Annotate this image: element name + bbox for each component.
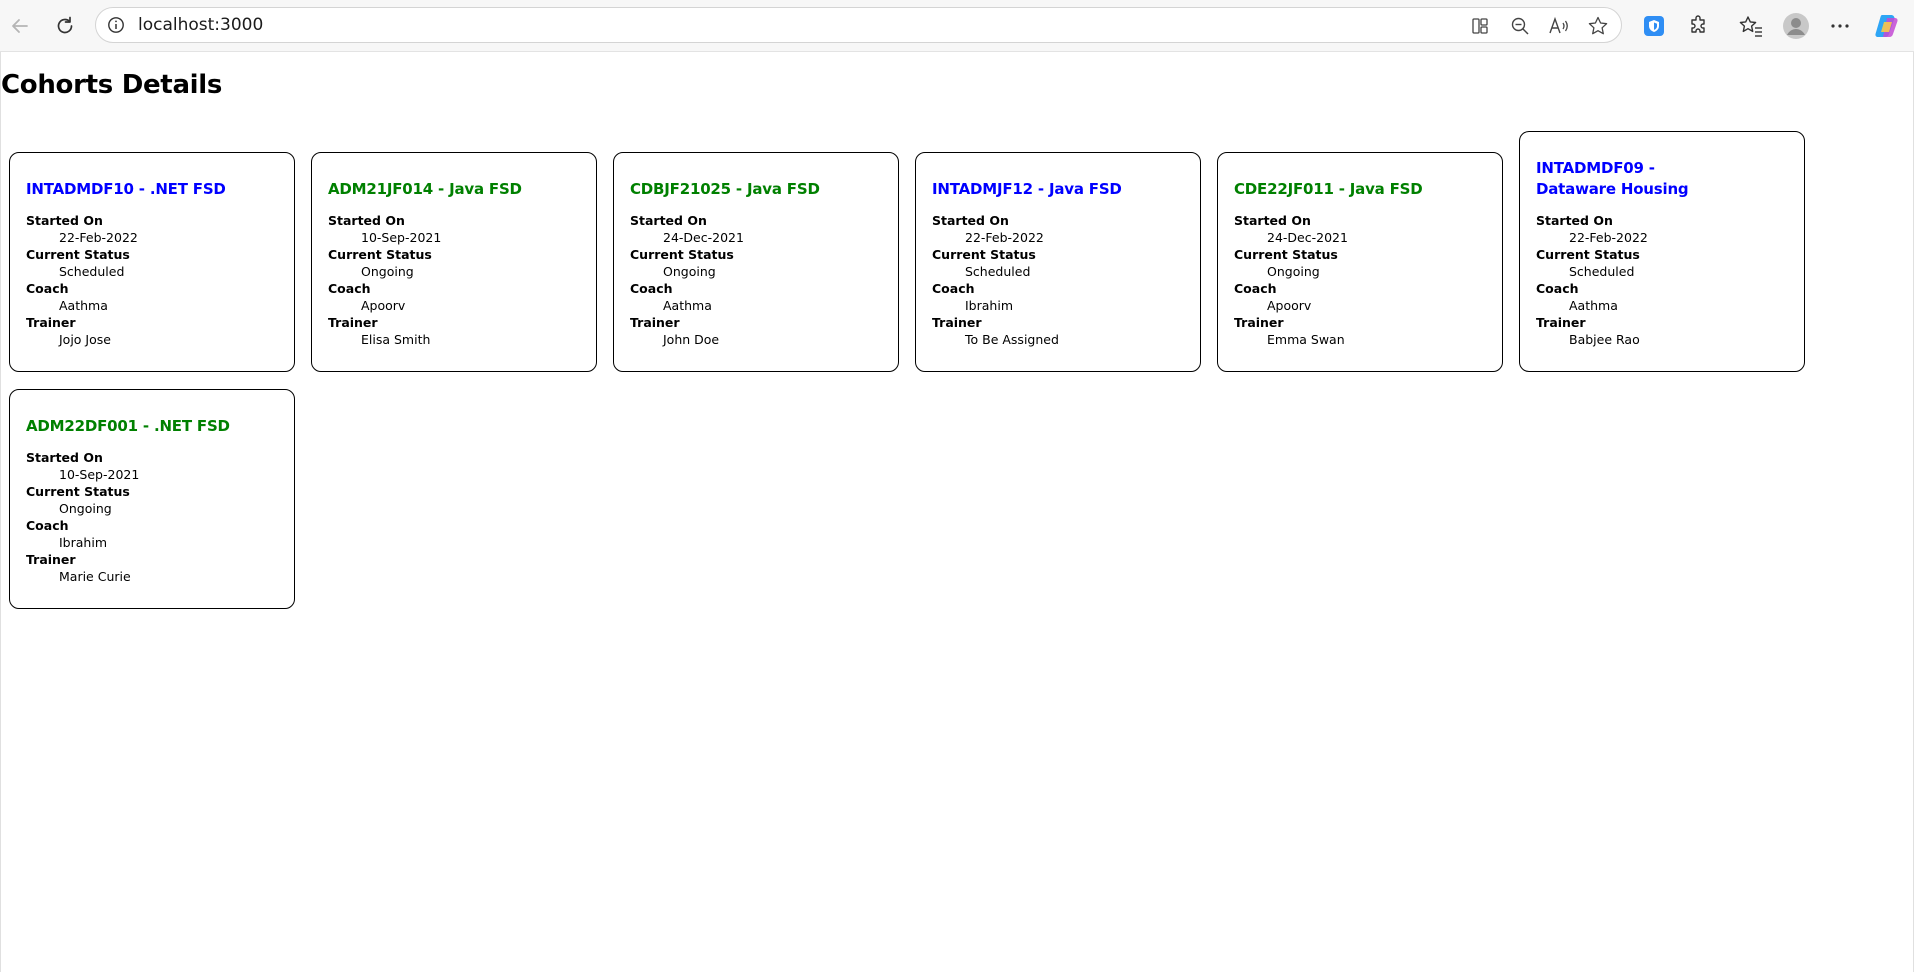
coach-label: Coach (1536, 281, 1579, 296)
cohort-details: Started On 22-Feb-2022 Current Status Sched… (1536, 212, 1788, 348)
coach-label: Coach (26, 281, 69, 296)
current-status-label: Current Status (1536, 247, 1640, 262)
cohort-title: ADM22DF001 - .NET FSD (26, 417, 230, 435)
tab-strip-edge (0, 0, 1914, 5)
coach-label: Coach (26, 518, 69, 533)
current-status-label: Current Status (1234, 247, 1338, 262)
started-on-label: Started On (26, 450, 103, 465)
started-on-label: Started On (328, 213, 405, 228)
cohort-title: ADM21JF014 - Java FSD (328, 180, 522, 198)
cohort-title: CDE22JF011 - Java FSD (1234, 180, 1423, 198)
browser-essentials-icon[interactable] (1640, 12, 1668, 40)
cohort-title: INTADMDF10 - .NET FSD (26, 180, 226, 198)
current-status-label: Current Status (26, 484, 130, 499)
cohort-details: Started On 24-Dec-2021 Current Status Ongoi… (1234, 212, 1486, 348)
started-on-label: Started On (630, 213, 707, 228)
trainer-label: Trainer (328, 315, 378, 330)
started-on-label: Started On (932, 213, 1009, 228)
current-status-label: Current Status (26, 247, 130, 262)
site-info-icon[interactable] (106, 15, 126, 35)
cohort-details: Started On 24-Dec-2021 Current Status Ongoi… (630, 212, 882, 348)
cohort-details: Started On 10-Sep-2021 Current Status Ongoi… (26, 449, 278, 585)
started-on-value: 10-Sep-2021 (59, 467, 140, 482)
coach-value: Ibrahim (965, 298, 1013, 313)
coach-label: Coach (1234, 281, 1277, 296)
current-status-label: Current Status (932, 247, 1036, 262)
started-on-value: 22-Feb-2022 (1569, 230, 1648, 245)
started-on-label: Started On (1234, 213, 1311, 228)
started-on-value: 24-Dec-2021 (663, 230, 744, 245)
trainer-value: Babjee Rao (1569, 332, 1640, 347)
current-status-label: Current Status (328, 247, 432, 262)
current-status-value: Ongoing (59, 501, 112, 516)
current-status-value: Scheduled (1569, 264, 1635, 279)
current-status-value: Scheduled (59, 264, 125, 279)
browser-toolbar: localhost:3000 (0, 0, 1914, 52)
favorite-star-icon[interactable] (1586, 14, 1610, 38)
started-on-value: 10-Sep-2021 (361, 230, 442, 245)
cohort-details: Started On 22-Feb-2022 Current Status Sched… (932, 212, 1184, 348)
page-viewport: Cohorts Details INTADMDF10 - .NET FSD Sta… (0, 52, 1914, 972)
cohort-title: INTADMJF12 - Java FSD (932, 180, 1122, 198)
trainer-value: Emma Swan (1267, 332, 1345, 347)
coach-label: Coach (932, 281, 975, 296)
trainer-label: Trainer (1234, 315, 1284, 330)
trainer-value: Elisa Smith (361, 332, 431, 347)
cohort-card: INTADMJF12 - Java FSD Started On 22-Feb-20… (915, 152, 1201, 372)
cohort-details: Started On 10-Sep-2021 Current Status Ongoi… (328, 212, 580, 348)
current-status-label: Current Status (630, 247, 734, 262)
trainer-value: To Be Assigned (965, 332, 1059, 347)
cohort-card: ADM22DF001 - .NET FSD Started On 10-Sep-20… (9, 389, 295, 609)
zoom-out-icon[interactable] (1508, 14, 1532, 38)
cohort-title: INTADMDF09 - Dataware Housing (1536, 159, 1689, 198)
back-arrow-icon[interactable] (4, 10, 36, 42)
extensions-icon[interactable] (1685, 12, 1713, 40)
favorites-icon[interactable] (1737, 12, 1765, 40)
current-status-value: Ongoing (663, 264, 716, 279)
started-on-value: 22-Feb-2022 (965, 230, 1044, 245)
trainer-value: Marie Curie (59, 569, 131, 584)
cohort-card: INTADMDF10 - .NET FSD Started On 22-Feb-20… (9, 152, 295, 372)
trainer-label: Trainer (1536, 315, 1586, 330)
more-menu-icon[interactable] (1826, 12, 1854, 40)
started-on-value: 24-Dec-2021 (1267, 230, 1348, 245)
url-text[interactable]: localhost:3000 (138, 15, 263, 35)
cohort-card: CDBJF21025 - Java FSD Started On 24-Dec-20… (613, 152, 899, 372)
app-available-icon[interactable] (1468, 14, 1492, 38)
current-status-value: Scheduled (965, 264, 1031, 279)
trainer-label: Trainer (932, 315, 982, 330)
trainer-label: Trainer (26, 552, 76, 567)
started-on-value: 22-Feb-2022 (59, 230, 138, 245)
trainer-label: Trainer (630, 315, 680, 330)
copilot-icon[interactable] (1873, 12, 1901, 40)
cohort-details: Started On 22-Feb-2022 Current Status Sched… (26, 212, 278, 348)
coach-label: Coach (328, 281, 371, 296)
page-title: Cohorts Details (1, 70, 223, 100)
read-aloud-icon[interactable] (1547, 14, 1571, 38)
coach-value: Aathma (59, 298, 108, 313)
trainer-value: John Doe (663, 332, 720, 347)
current-status-value: Ongoing (1267, 264, 1320, 279)
started-on-label: Started On (26, 213, 103, 228)
reload-icon[interactable] (49, 10, 81, 42)
profile-avatar-icon[interactable] (1782, 12, 1810, 40)
address-bar[interactable]: localhost:3000 (95, 7, 1622, 43)
cohort-title: CDBJF21025 - Java FSD (630, 180, 820, 198)
coach-label: Coach (630, 281, 673, 296)
cohort-card: INTADMDF09 - Dataware Housing Started On 2… (1519, 131, 1805, 372)
coach-value: Apoorv (1267, 298, 1312, 313)
trainer-label: Trainer (26, 315, 76, 330)
cohort-card: CDE22JF011 - Java FSD Started On 24-Dec-20… (1217, 152, 1503, 372)
coach-value: Aathma (1569, 298, 1618, 313)
cohort-card: ADM21JF014 - Java FSD Started On 10-Sep-20… (311, 152, 597, 372)
current-status-value: Ongoing (361, 264, 414, 279)
trainer-value: Jojo Jose (59, 332, 111, 347)
coach-value: Aathma (663, 298, 712, 313)
coach-value: Apoorv (361, 298, 406, 313)
started-on-label: Started On (1536, 213, 1613, 228)
coach-value: Ibrahim (59, 535, 107, 550)
